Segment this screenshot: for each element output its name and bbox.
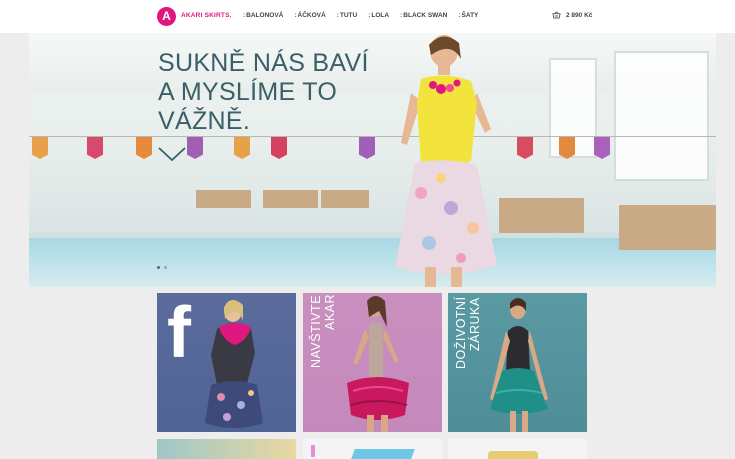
chevron-down-icon[interactable] (158, 146, 186, 162)
hero-window (614, 51, 709, 181)
slider-dots (157, 266, 167, 269)
slider-dot-2[interactable] (164, 266, 167, 269)
logo-icon[interactable]: A (157, 7, 176, 26)
tile-accent-shape (351, 449, 415, 459)
site-header: A AKARI SKIRTS. :BALONOVÁ :ÁČKOVÁ :TUTU … (0, 0, 735, 33)
hero-bench (196, 190, 251, 208)
tile-accent-shape (488, 451, 538, 459)
main-nav: :BALONOVÁ :ÁČKOVÁ :TUTU :LOLA :BLACK SWA… (243, 12, 489, 19)
tile-model-image (490, 298, 548, 432)
nav-item-black-swan[interactable]: :BLACK SWAN (400, 12, 447, 19)
tile-model-image (347, 296, 409, 432)
hero-flag (271, 137, 287, 159)
slider-dot-1[interactable] (157, 266, 160, 269)
basket-icon (552, 11, 561, 19)
facebook-tile[interactable]: f (157, 293, 296, 432)
product-tile-partial[interactable] (448, 439, 587, 459)
hero-flag (187, 137, 203, 159)
visit-tile-line: NAVŠTIVTE (309, 294, 323, 368)
hero-flag (87, 137, 103, 159)
facebook-f-icon: f (167, 293, 191, 373)
hero-title-line: VÁŽNĚ. (158, 107, 251, 135)
hero-title-line: SUKNĚ NÁS BAVÍ (158, 49, 369, 77)
cart-button[interactable]: 2 890 Kč (552, 11, 592, 19)
hero-pool (29, 238, 716, 287)
tile-model-image (205, 300, 263, 428)
hero-flag-line (29, 136, 716, 137)
nav-item-lola[interactable]: :LOLA (368, 12, 389, 19)
nav-item-ackova[interactable]: :ÁČKOVÁ (294, 12, 325, 19)
nav-item-balonova[interactable]: :BALONOVÁ (243, 12, 283, 19)
warranty-tile-line: DOŽIVOTNÍ (454, 296, 468, 369)
warranty-tile[interactable]: DOŽIVOTNÍ ZÁRUKA (448, 293, 587, 432)
brand-name[interactable]: AKARI SKIRTS. (181, 12, 232, 19)
hero-bench (619, 205, 716, 250)
cart-price: 2 890 Kč (566, 11, 593, 19)
hero-flag (594, 137, 610, 159)
hero-title-line: A MYSLÍME TO (158, 78, 338, 106)
visit-tile[interactable]: NAVŠTIVTE AKARI (303, 293, 442, 432)
nav-item-tutu[interactable]: :TUTU (337, 12, 358, 19)
hero-flag (136, 137, 152, 159)
hero-bench (554, 198, 584, 233)
hero-flag (32, 137, 48, 159)
hero-bench (321, 190, 369, 208)
hero-title: SUKNĚ NÁS BAVÍ A MYSLÍME TO VÁŽNĚ. (158, 49, 398, 136)
tile-accent-mark (311, 445, 315, 457)
hero-flag (517, 137, 533, 159)
hero-model-image (395, 35, 497, 287)
product-tile-partial[interactable] (303, 439, 442, 459)
nav-item-saty[interactable]: :ŠATY (458, 12, 478, 19)
hero-flag (359, 137, 375, 159)
hero-slider[interactable]: SUKNĚ NÁS BAVÍ A MYSLÍME TO VÁŽNĚ. (29, 33, 716, 287)
hero-flag (234, 137, 250, 159)
product-tile-partial[interactable] (157, 439, 296, 459)
hero-flag (559, 137, 575, 159)
hero-bench (263, 190, 318, 208)
